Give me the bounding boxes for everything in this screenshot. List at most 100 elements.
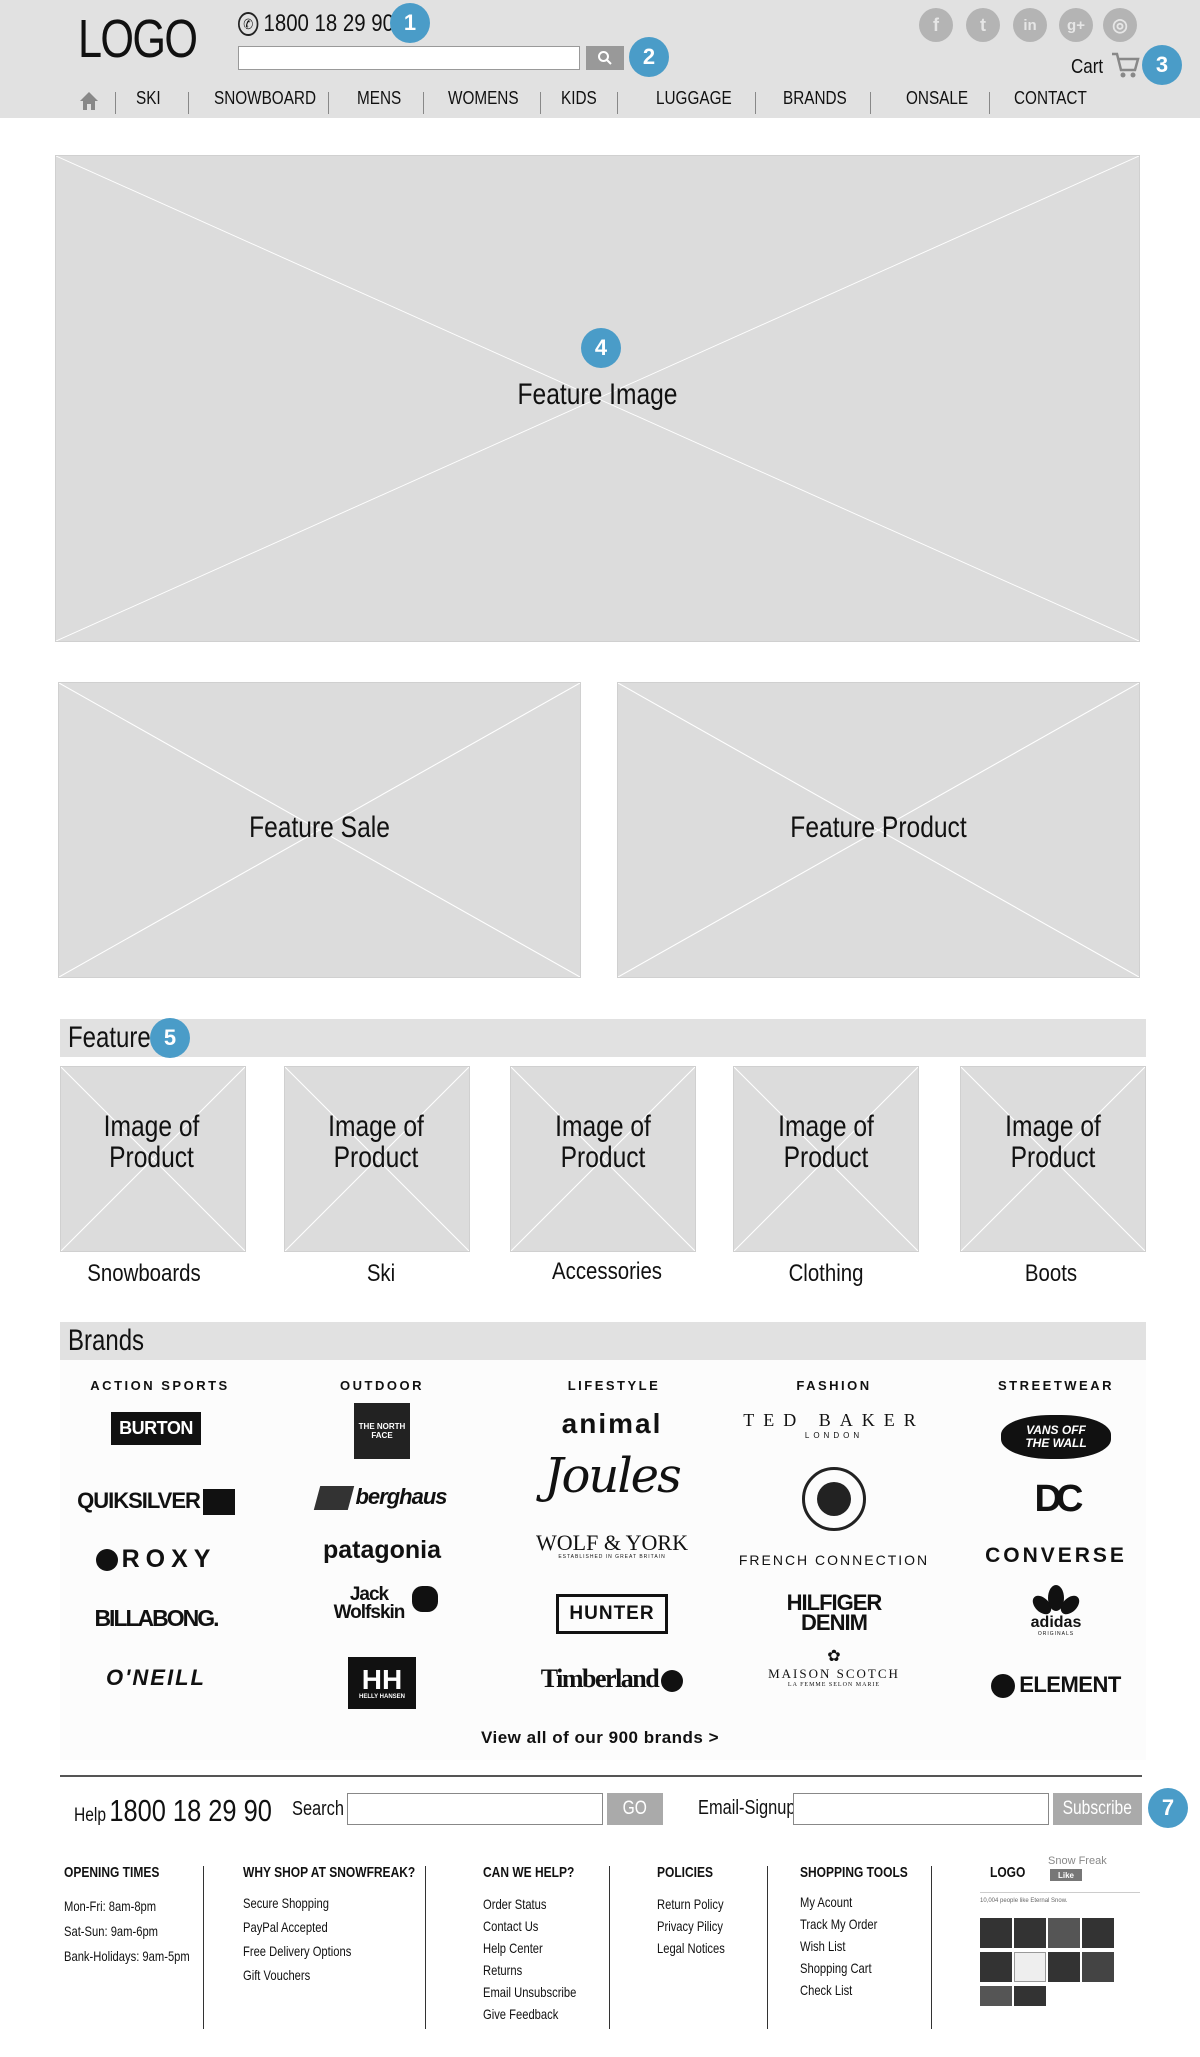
brand-quiksilver[interactable]: QUIKSILVER <box>56 1488 256 1516</box>
brand-burton[interactable]: BURTON <box>56 1412 256 1445</box>
brand-wolf-york[interactable]: WOLF & YORK ESTABLISHED IN GREAT BRITAIN <box>512 1530 712 1560</box>
product-label-snowboards[interactable]: Snowboards <box>59 1260 229 1288</box>
footer-link[interactable]: Help Center <box>483 1937 576 1959</box>
footer-email-input[interactable] <box>793 1793 1049 1825</box>
footer-link[interactable]: Free Delivery Options <box>243 1939 351 1963</box>
brand-canada-goose[interactable] <box>734 1467 934 1531</box>
product-label-ski[interactable]: Ski <box>296 1260 466 1288</box>
footer-search-input[interactable] <box>347 1793 603 1825</box>
fb-fan-thumbnail[interactable] <box>1048 1952 1080 1982</box>
nav-item-mens[interactable]: MENS <box>357 88 401 109</box>
instagram-icon[interactable]: ◎ <box>1103 8 1137 42</box>
footer-subscribe-button[interactable]: Subscribe <box>1053 1793 1142 1825</box>
footer-email-label: Email-Signup <box>698 1797 796 1819</box>
brand-roxy[interactable]: ROXY <box>56 1545 256 1574</box>
footer-link[interactable]: Shopping Cart <box>800 1957 877 1979</box>
footer-list-why-shop: Secure Shopping PayPal Accepted Free Del… <box>243 1891 351 1987</box>
cart-link[interactable]: Cart <box>1071 56 1103 79</box>
brand-the-north-face[interactable]: THE NORTH FACE <box>282 1403 482 1459</box>
brand-hilfiger-denim[interactable]: HILFIGER DENIM <box>734 1592 934 1634</box>
annotation-badge-1: 1 <box>390 3 430 43</box>
brand-hunter[interactable]: HUNTER <box>512 1594 712 1634</box>
footer-link[interactable]: Email Unsubscribe <box>483 1981 576 2003</box>
product-image-ski[interactable]: Image of Product <box>284 1066 470 1252</box>
product-image-clothing[interactable]: Image of Product <box>733 1066 919 1252</box>
footer-link[interactable]: Contact Us <box>483 1915 576 1937</box>
brand-oneill[interactable]: O'NEILL <box>56 1665 256 1691</box>
nav-item-contact[interactable]: CONTACT <box>1014 88 1087 109</box>
brand-vans[interactable]: VANS OFF THE WALL <box>956 1415 1156 1459</box>
footer-go-button[interactable]: GO <box>607 1793 663 1825</box>
product-label-clothing[interactable]: Clothing <box>741 1260 911 1288</box>
phone-icon: ✆ <box>238 12 259 36</box>
footer-link[interactable]: Wish List <box>800 1935 877 1957</box>
product-image-text: Image of Product <box>103 1110 200 1174</box>
nav-item-onsale[interactable]: ONSALE <box>906 88 968 109</box>
home-icon[interactable] <box>78 90 100 112</box>
search-button[interactable] <box>586 46 624 70</box>
footer-link[interactable]: Legal Notices <box>657 1937 725 1959</box>
footer-link[interactable]: Return Policy <box>657 1893 725 1915</box>
fb-fan-thumbnail[interactable] <box>980 1918 1012 1948</box>
product-image-boots[interactable]: Image of Product <box>960 1066 1146 1252</box>
fb-fan-thumbnail[interactable] <box>1014 1986 1046 2006</box>
site-logo[interactable]: LOGO <box>78 8 198 70</box>
fb-fan-thumbnail[interactable] <box>1048 1918 1080 1948</box>
fb-fan-thumbnail[interactable] <box>1082 1918 1114 1948</box>
brand-adidas[interactable]: adidas ORIGINALS <box>956 1585 1156 1637</box>
footer-link[interactable]: Check List <box>800 1979 877 2001</box>
fb-widget-page-name[interactable]: Snow Freak <box>1048 1855 1107 1867</box>
linkedin-icon[interactable]: in <box>1013 8 1047 42</box>
brand-patagonia[interactable]: patagonia <box>282 1536 482 1565</box>
feature-sale[interactable]: Feature Sale <box>58 682 581 978</box>
product-label-boots[interactable]: Boots <box>966 1260 1136 1288</box>
facebook-icon[interactable]: f <box>919 8 953 42</box>
brand-element[interactable]: ELEMENT <box>956 1672 1156 1699</box>
footer-link[interactable]: Secure Shopping <box>243 1891 351 1915</box>
brand-ted-baker[interactable]: TED BAKER LONDON <box>734 1410 934 1440</box>
footer-link[interactable]: Track My Order <box>800 1913 877 1935</box>
footer-link[interactable]: Order Status <box>483 1893 576 1915</box>
footer-link[interactable]: PayPal Accepted <box>243 1915 351 1939</box>
view-all-brands-link[interactable]: View all of our 900 brands > <box>400 1728 800 1748</box>
brand-animal[interactable]: animal <box>512 1408 712 1440</box>
brand-converse[interactable]: CONVERSE <box>956 1544 1156 1568</box>
footer-link[interactable]: Privacy Pilicy <box>657 1915 725 1937</box>
feature-image[interactable]: 4 Feature Image <box>55 155 1140 642</box>
product-label-accessories[interactable]: Accessories <box>522 1258 692 1286</box>
footer-help-phone[interactable]: 1800 18 29 90 <box>109 1793 272 1829</box>
nav-item-womens[interactable]: WOMENS <box>448 88 519 109</box>
product-image-accessories[interactable]: Image of Product <box>510 1066 696 1252</box>
brand-joules[interactable]: Joules <box>512 1448 712 1504</box>
brand-dc[interactable]: DC <box>956 1478 1156 1521</box>
brand-berghaus[interactable]: berghaus <box>282 1484 482 1511</box>
nav-item-kids[interactable]: KIDS <box>561 88 597 109</box>
footer-link[interactable]: Returns <box>483 1959 576 1981</box>
footer-link[interactable]: Gift Vouchers <box>243 1963 351 1987</box>
fb-fan-thumbnail[interactable] <box>1014 1952 1046 1982</box>
nav-item-brands[interactable]: BRANDS <box>783 88 847 109</box>
header-phone[interactable]: ✆ 1800 18 29 90 <box>238 10 394 38</box>
brand-timberland[interactable]: Timberland <box>512 1664 712 1694</box>
brand-maison-scotch[interactable]: ✿ MAISON SCOTCH LA FEMME SELON MARIE <box>734 1646 934 1688</box>
brand-jack-wolfskin[interactable]: Jack Wolfskin <box>282 1585 482 1623</box>
nav-item-snowboard[interactable]: SNOWBOARD <box>214 88 316 109</box>
cart-icon[interactable] <box>1110 50 1140 80</box>
nav-item-luggage[interactable]: LUGGAGE <box>656 88 732 109</box>
fb-like-button[interactable]: Like <box>1050 1869 1082 1881</box>
footer-link[interactable]: My Acount <box>800 1891 877 1913</box>
brand-helly-hansen[interactable]: HH HELLY HANSEN <box>282 1657 482 1709</box>
nav-item-ski[interactable]: SKI <box>136 88 161 109</box>
search-input[interactable] <box>238 46 580 70</box>
fb-fan-thumbnail[interactable] <box>1014 1918 1046 1948</box>
brand-french-connection[interactable]: FRENCH CONNECTION <box>734 1552 934 1568</box>
product-image-snowboards[interactable]: Image of Product <box>60 1066 246 1252</box>
fb-fan-thumbnail[interactable] <box>1082 1952 1114 1982</box>
fb-fan-thumbnail[interactable] <box>980 1952 1012 1982</box>
fb-fan-thumbnail[interactable] <box>980 1986 1012 2006</box>
twitter-icon[interactable]: t <box>966 8 1000 42</box>
footer-link[interactable]: Give Feedback <box>483 2003 576 2025</box>
brand-billabong[interactable]: BILLABONG. <box>56 1605 256 1632</box>
feature-product[interactable]: Feature Product <box>617 682 1140 978</box>
google-plus-icon[interactable]: g+ <box>1059 8 1093 42</box>
